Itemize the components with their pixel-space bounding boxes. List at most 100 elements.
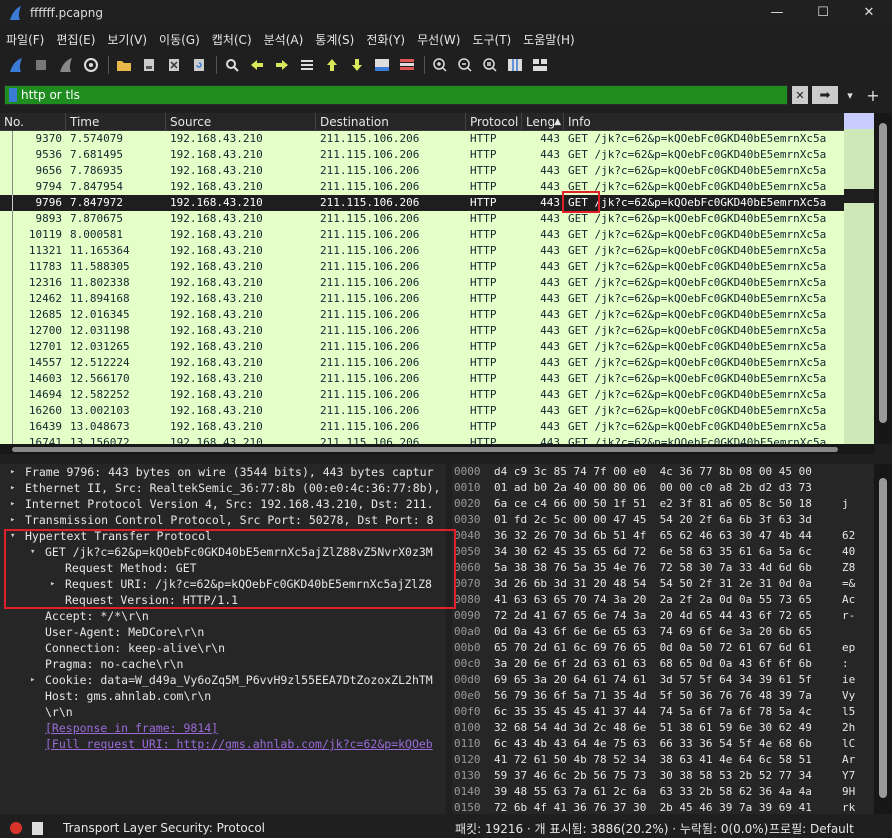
minimize-button[interactable]: — [754, 0, 800, 26]
autoscroll-icon[interactable] [372, 56, 391, 74]
first-packet-icon[interactable] [322, 56, 341, 74]
bytes-row[interactable]: 0020 6a ce c4 66 00 50 1f 51 e2 3f 81 a6 … [452, 496, 874, 512]
open-folder-icon[interactable] [114, 56, 133, 74]
bytes-row[interactable]: 0130 59 37 46 6c 2b 56 75 73 30 38 58 53 … [452, 768, 874, 784]
bytes-row[interactable]: 0100 32 68 54 4d 3d 2c 48 6e 51 38 61 59 … [452, 720, 874, 736]
detail-tree-item[interactable]: \r\n [0, 704, 446, 720]
column-destination[interactable]: Destination [316, 113, 466, 130]
detail-tree-item[interactable]: Host: gms.ahnlab.com\r\n [0, 688, 446, 704]
resize-columns-icon[interactable] [505, 56, 524, 74]
packet-row[interactable]: 9796 7.847972 192.168.43.210 211.115.106.20… [0, 195, 844, 211]
packet-row[interactable]: 12462 11.894168 192.168.43.210 211.115.106.… [0, 291, 844, 307]
display-filter-input[interactable]: http or tls [4, 85, 788, 105]
detail-tree-item[interactable]: User-Agent: MeDCore\r\n [0, 624, 446, 640]
menu-tools[interactable]: 도구(T) [472, 31, 511, 48]
filter-text[interactable]: http or tls [21, 88, 80, 102]
packet-row[interactable]: 11783 11.588305 192.168.43.210 211.115.106.… [0, 259, 844, 275]
packet-row[interactable]: 9794 7.847954 192.168.43.210 211.115.106.20… [0, 179, 844, 195]
zoom-out-icon[interactable] [455, 56, 474, 74]
add-filter-button[interactable]: + [862, 86, 884, 105]
packet-row[interactable]: 12700 12.031198 192.168.43.210 211.115.106.… [0, 323, 844, 339]
expand-right-icon[interactable]: ▸ [10, 480, 15, 496]
detail-tree-item[interactable]: Pragma: no-cache\r\n [0, 656, 446, 672]
detail-link[interactable]: [Full request URI: http://gms.ahnlab.com… [45, 736, 433, 752]
menu-analyze[interactable]: 분석(A) [264, 31, 304, 48]
pane-splitter[interactable] [0, 456, 892, 464]
packet-row[interactable]: 16260 13.002103 192.168.43.210 211.115.106.… [0, 403, 844, 419]
bytes-row[interactable]: 0060 5a 38 38 76 5a 35 4e 76 72 58 30 7a … [452, 560, 874, 576]
expand-right-icon[interactable]: ▸ [10, 496, 15, 512]
bytes-row[interactable]: 00b0 65 70 2d 61 6c 69 76 65 0d 0a 50 72 … [452, 640, 874, 656]
save-file-icon[interactable] [139, 56, 158, 74]
stop-icon[interactable] [31, 56, 50, 74]
bytes-row[interactable]: 0120 41 72 61 50 4b 78 52 34 38 63 41 4e … [452, 752, 874, 768]
shark-fin-start-icon[interactable] [6, 56, 25, 74]
bytes-row[interactable]: 0090 72 2d 41 67 65 6e 74 3a 20 4d 65 44 … [452, 608, 874, 624]
menu-telephony[interactable]: 전화(Y) [366, 31, 405, 48]
detail-tree-item[interactable]: ▸ Internet Protocol Version 4, Src: 192.1… [0, 496, 446, 512]
scrollbar-thumb[interactable] [879, 123, 887, 423]
menu-file[interactable]: 파일(F) [6, 31, 44, 48]
detail-tree-item[interactable]: [Full request URI: http://gms.ahnlab.com… [0, 736, 446, 752]
packet-row[interactable]: 12316 11.802338 192.168.43.210 211.115.106.… [0, 275, 844, 291]
packet-row[interactable]: 16439 13.048673 192.168.43.210 211.115.106.… [0, 419, 844, 435]
detail-tree-item[interactable]: Accept: */*\r\n [0, 608, 446, 624]
packet-details-pane[interactable]: ▸ Frame 9796: 443 bytes on wire (3544 bit… [0, 464, 446, 814]
forward-arrow-icon[interactable] [272, 56, 291, 74]
bytes-scrollbar[interactable] [874, 464, 892, 814]
packet-row[interactable]: 16741 13.156072 192.168.43.210 211.115.106.… [0, 435, 844, 444]
capture-comment-icon[interactable] [32, 821, 43, 835]
go-to-packet-icon[interactable] [297, 56, 316, 74]
bytes-row[interactable]: 0030 01 fd 2c 5c 00 00 47 45 54 20 2f 6a … [452, 512, 874, 528]
packet-list-minimap[interactable] [844, 113, 874, 444]
packet-row[interactable]: 10119 8.000581 192.168.43.210 211.115.106.2… [0, 227, 844, 243]
bytes-row[interactable]: 00c0 3a 20 6e 6f 2d 63 61 63 68 65 0d 0a … [452, 656, 874, 672]
packet-row[interactable]: 12701 12.031265 192.168.43.210 211.115.106.… [0, 339, 844, 355]
restart-fin-icon[interactable] [56, 56, 75, 74]
bytes-row[interactable]: 0040 36 32 26 70 3d 6b 51 4f 65 62 46 63 … [452, 528, 874, 544]
column-time[interactable]: Time [66, 113, 166, 130]
find-magnifier-icon[interactable] [222, 56, 241, 74]
expert-info-icon[interactable] [10, 822, 22, 834]
scrollbar-thumb[interactable] [879, 478, 887, 798]
packet-row[interactable]: 12685 12.016345 192.168.43.210 211.115.106.… [0, 307, 844, 323]
menu-statistics[interactable]: 통계(S) [315, 31, 354, 48]
bytes-row[interactable]: 0140 39 48 55 63 7a 61 2c 6a 63 33 2b 58 … [452, 784, 874, 800]
bytes-row[interactable]: 00f0 6c 35 35 45 45 41 37 44 74 5a 6f 7a … [452, 704, 874, 720]
colorize-icon[interactable] [397, 56, 416, 74]
packet-row[interactable]: 14694 12.582252 192.168.43.210 211.115.106.… [0, 387, 844, 403]
column-protocol[interactable]: Protocol [466, 113, 522, 130]
column-source[interactable]: Source [166, 113, 316, 130]
packet-row[interactable]: 9893 7.870675 192.168.43.210 211.115.106.20… [0, 211, 844, 227]
zoom-in-icon[interactable] [430, 56, 449, 74]
column-length[interactable]: Leng ▲ [522, 113, 564, 130]
expand-right-icon[interactable]: ▸ [10, 464, 15, 480]
bytes-row[interactable]: 0150 72 6b 4f 41 36 76 37 30 2b 45 46 39 … [452, 800, 874, 814]
menu-edit[interactable]: 편집(E) [56, 31, 95, 48]
packet-row[interactable]: 14557 12.512224 192.168.43.210 211.115.106.… [0, 355, 844, 371]
menu-go[interactable]: 이동(G) [159, 31, 200, 48]
packet-list-scrollbar[interactable] [874, 113, 892, 444]
expand-right-icon[interactable]: ▸ [10, 512, 15, 528]
column-info[interactable]: Info [564, 113, 844, 130]
bytes-row[interactable]: 0070 3d 26 6b 3d 31 20 48 54 54 50 2f 31 … [452, 576, 874, 592]
status-profile[interactable]: 프로필: Default [769, 820, 854, 837]
close-file-icon[interactable] [164, 56, 183, 74]
reload-icon[interactable] [189, 56, 208, 74]
filter-history-dropdown[interactable]: ▾ [842, 86, 858, 104]
apply-filter-button[interactable]: ➡ [812, 86, 838, 104]
close-button[interactable]: ✕ [846, 0, 892, 26]
menu-view[interactable]: 보기(V) [107, 31, 147, 48]
menu-capture[interactable]: 캡처(C) [212, 31, 252, 48]
packet-row[interactable]: 14603 12.566170 192.168.43.210 211.115.106.… [0, 371, 844, 387]
scrollbar-thumb[interactable] [12, 447, 838, 452]
detail-link[interactable]: [Response in frame: 9814] [45, 720, 218, 736]
bytes-row[interactable]: 00e0 56 79 36 6f 5a 71 35 4d 5f 50 36 76 … [452, 688, 874, 704]
packet-row[interactable]: 9656 7.786935 192.168.43.210 211.115.106.20… [0, 163, 844, 179]
back-arrow-icon[interactable] [247, 56, 266, 74]
detail-tree-item[interactable]: [Response in frame: 9814] [0, 720, 446, 736]
expand-right-icon[interactable]: ▸ [30, 672, 35, 688]
packet-row[interactable]: 9536 7.681495 192.168.43.210 211.115.106.20… [0, 147, 844, 163]
packet-row[interactable]: 11321 11.165364 192.168.43.210 211.115.106.… [0, 243, 844, 259]
detail-tree-item[interactable]: ▸ Frame 9796: 443 bytes on wire (3544 bit… [0, 464, 446, 480]
